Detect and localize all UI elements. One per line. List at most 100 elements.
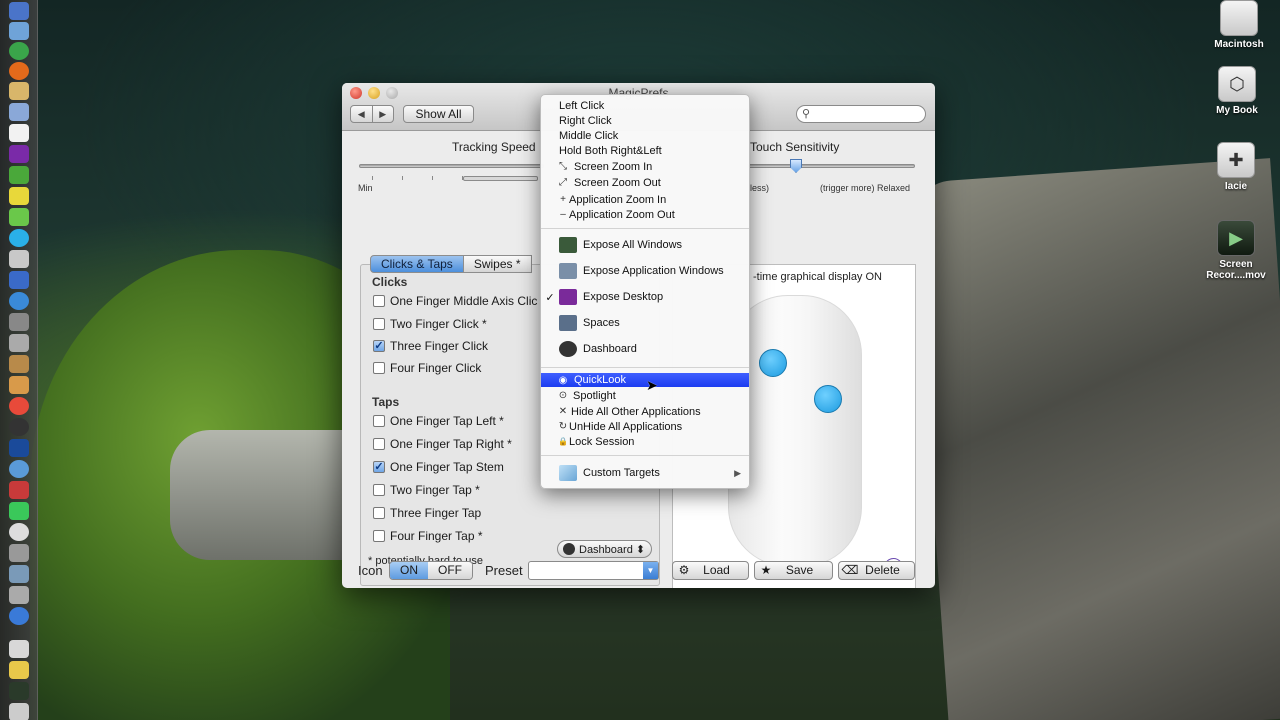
- preset-combo[interactable]: ▼: [528, 561, 659, 580]
- app-leaf-icon[interactable]: [9, 502, 29, 520]
- menu-item-lock-session[interactable]: 🔒 Lock Session: [541, 434, 749, 449]
- checkbox[interactable]: [373, 484, 385, 496]
- desktop-icon-screen-recording[interactable]: ▶ Screen Recor....mov: [1196, 220, 1276, 281]
- menu-item-quicklook[interactable]: ◉ QuickLook: [541, 373, 749, 387]
- app-window-icon[interactable]: [9, 565, 29, 583]
- checkbox[interactable]: [373, 415, 385, 427]
- tracking-speed-slider[interactable]: [359, 164, 544, 168]
- app-wifi-icon[interactable]: [9, 523, 29, 541]
- app-color-icon[interactable]: [9, 397, 29, 415]
- back-arrow-icon[interactable]: ◀: [351, 106, 373, 122]
- dropdown-arrow-icon[interactable]: ▼: [643, 562, 658, 579]
- checkbox[interactable]: [373, 362, 385, 374]
- tab-swipes[interactable]: Swipes *: [463, 255, 532, 273]
- delete-button[interactable]: ⌫ Delete: [838, 561, 915, 580]
- app-blue-icon[interactable]: [9, 271, 29, 289]
- menu-item-spotlight[interactable]: ⊙ Spotlight: [541, 388, 749, 403]
- checkbox[interactable]: [373, 295, 385, 307]
- option-label: Four Finger Click: [390, 361, 482, 375]
- menu-item-custom-targets[interactable]: Custom Targets ▶: [541, 464, 749, 482]
- app-dark-icon[interactable]: [9, 418, 29, 436]
- app-yellow-icon[interactable]: [9, 661, 29, 679]
- checkbox[interactable]: [373, 530, 385, 542]
- menu-item-screen-zoom-in[interactable]: ⤡ Screen Zoom In: [541, 159, 749, 174]
- app-red-icon[interactable]: [9, 481, 29, 499]
- option-three-finger-click[interactable]: ✓ Three Finger Click: [373, 339, 488, 353]
- firefox-icon[interactable]: [9, 62, 29, 80]
- menu-item-hide-others[interactable]: ✕ Hide All Other Applications: [541, 404, 749, 419]
- menu-item-unhide-all[interactable]: ↻ UnHide All Applications: [541, 419, 749, 434]
- option-label: One Finger Middle Axis Clic: [390, 294, 538, 308]
- option-four-finger-click[interactable]: Four Finger Click: [373, 361, 481, 375]
- system-preferences-icon[interactable]: [9, 586, 29, 604]
- option-one-finger-middle-axis[interactable]: One Finger Middle Axis Clic: [373, 294, 537, 308]
- menu-item-spaces[interactable]: Spaces: [541, 314, 749, 332]
- menu-item-middle-click[interactable]: Middle Click: [541, 128, 749, 143]
- stickies-icon[interactable]: [9, 187, 29, 205]
- menu-item-expose-app[interactable]: Expose Application Windows: [541, 262, 749, 280]
- menu-item-screen-zoom-out[interactable]: ⤢ Screen Zoom Out: [541, 175, 749, 190]
- finder-icon[interactable]: [9, 2, 29, 20]
- app-lime-icon[interactable]: [9, 208, 29, 226]
- checkbox[interactable]: [373, 507, 385, 519]
- app-grid-icon[interactable]: [9, 334, 29, 352]
- graphical-display-toggle[interactable]: -time graphical display ON: [753, 271, 882, 283]
- sensitivity-slider-thumb[interactable]: [790, 159, 802, 173]
- app-photo-icon[interactable]: [9, 376, 29, 394]
- terminal-icon[interactable]: [9, 682, 29, 700]
- menu-item-label: Lock Session: [569, 435, 635, 448]
- checkbox-checked[interactable]: ✓: [373, 461, 385, 473]
- menu-item-right-click[interactable]: Right Click: [541, 113, 749, 128]
- desktop-icon-macintosh[interactable]: Macintosh: [1199, 0, 1279, 50]
- app-compass-icon[interactable]: [9, 607, 29, 625]
- trash-icon[interactable]: [9, 703, 29, 720]
- menu-item-expose-all[interactable]: Expose All Windows: [541, 236, 749, 254]
- menu-item-app-zoom-out[interactable]: – Application Zoom Out: [541, 207, 749, 222]
- icon-on-button[interactable]: ON: [390, 562, 428, 579]
- menu-item-expose-desktop[interactable]: ✓ Expose Desktop: [541, 288, 749, 306]
- search-field[interactable]: ⚲: [796, 105, 926, 123]
- icon-off-button[interactable]: OFF: [428, 562, 472, 579]
- menu-item-app-zoom-in[interactable]: + Application Zoom In: [541, 192, 749, 207]
- app-stack-icon[interactable]: [9, 544, 29, 562]
- usb-drive-icon: ✚: [1217, 142, 1255, 178]
- app-green-icon[interactable]: [9, 166, 29, 184]
- option-two-finger-tap[interactable]: Two Finger Tap *: [373, 483, 480, 497]
- app-globe-icon[interactable]: [9, 292, 29, 310]
- touch-sensitivity-slider[interactable]: [748, 164, 915, 168]
- option-two-finger-click[interactable]: Two Finger Click *: [373, 317, 487, 331]
- dashboard-icon[interactable]: [9, 22, 29, 40]
- app-brush-icon[interactable]: [9, 355, 29, 373]
- preview-icon[interactable]: [9, 103, 29, 121]
- calendar-icon[interactable]: [9, 124, 29, 142]
- option-one-finger-tap-stem[interactable]: ✓ One Finger Tap Stem: [373, 460, 504, 474]
- menu-item-dashboard[interactable]: Dashboard: [541, 340, 749, 358]
- app-star-icon[interactable]: [9, 250, 29, 268]
- save-button[interactable]: ★ Save: [754, 561, 833, 580]
- app-film-icon[interactable]: [9, 313, 29, 331]
- show-all-button[interactable]: Show All: [403, 105, 474, 123]
- skype-icon[interactable]: [9, 229, 29, 247]
- menu-item-left-click[interactable]: Left Click: [541, 98, 749, 113]
- chrome-icon[interactable]: [9, 42, 29, 60]
- option-four-finger-tap[interactable]: Four Finger Tap *: [373, 529, 483, 543]
- photoshop-icon[interactable]: [9, 439, 29, 457]
- checkbox-checked[interactable]: ✓: [373, 340, 385, 352]
- desktop-icon-my-book[interactable]: ⬡ My Book: [1197, 66, 1277, 116]
- four-finger-tap-action-popup[interactable]: Dashboard ⬍: [557, 540, 652, 558]
- app-purple-icon[interactable]: [9, 145, 29, 163]
- option-one-finger-tap-right[interactable]: One Finger Tap Right *: [373, 437, 512, 451]
- notes-icon[interactable]: [9, 82, 29, 100]
- load-button[interactable]: ⚙ Load: [672, 561, 749, 580]
- tab-clicks-taps[interactable]: Clicks & Taps: [370, 255, 464, 273]
- desktop-icon-iacie[interactable]: ✚ Iacie: [1196, 142, 1276, 192]
- app-home-icon[interactable]: [9, 640, 29, 658]
- checkbox[interactable]: [373, 318, 385, 330]
- checkbox[interactable]: [373, 438, 385, 450]
- option-one-finger-tap-left[interactable]: One Finger Tap Left *: [373, 414, 504, 428]
- menu-item-hold-both[interactable]: Hold Both Right&Left: [541, 143, 749, 158]
- app-sync-icon[interactable]: [9, 460, 29, 478]
- secondary-slider[interactable]: [463, 176, 538, 181]
- option-three-finger-tap[interactable]: Three Finger Tap: [373, 506, 481, 520]
- forward-arrow-icon[interactable]: ▶: [373, 106, 394, 122]
